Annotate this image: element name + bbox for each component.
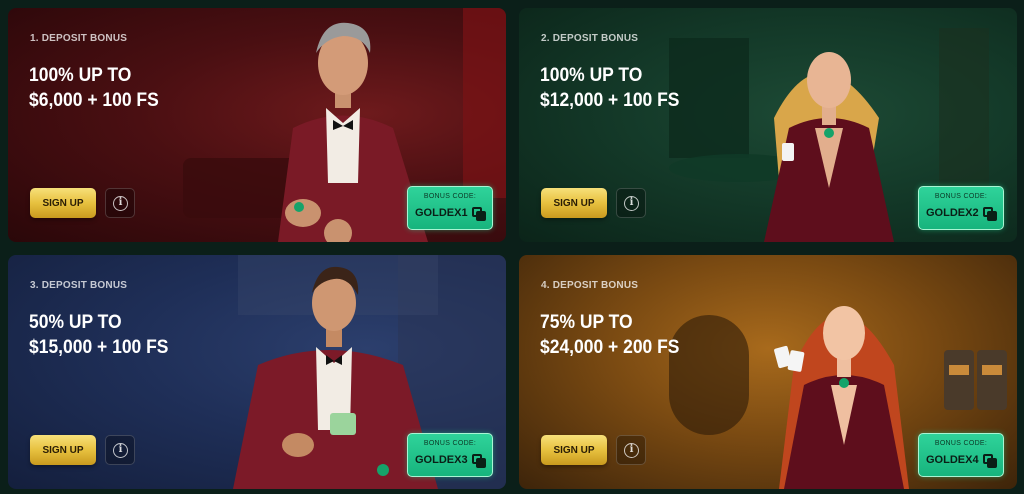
bonus-card-4: 4. DEPOSIT BONUS 75% UP TO $24,000 + 200… — [519, 255, 1017, 489]
bonus-code-value: GOLDEX2 — [926, 207, 979, 219]
bonus-label: 4. DEPOSIT BONUS — [541, 280, 639, 291]
bonus-card-1: 1. DEPOSIT BONUS 100% UP TO $6,000 + 100… — [8, 8, 506, 242]
copy-icon[interactable] — [472, 207, 486, 221]
bonus-title-line2: $24,000 + 200 FS — [540, 337, 680, 358]
bonus-title-line2: $6,000 + 100 FS — [29, 90, 159, 111]
info-icon: i — [624, 443, 639, 458]
bonus-label: 2. DEPOSIT BONUS — [541, 33, 639, 44]
bonus-label: 3. DEPOSIT BONUS — [30, 280, 128, 291]
info-button[interactable]: i — [105, 188, 135, 218]
bonus-title-line1: 50% UP TO — [29, 312, 122, 333]
copy-icon[interactable] — [983, 454, 997, 468]
info-button[interactable]: i — [616, 435, 646, 465]
bonus-code-badge[interactable]: BONUS CODE: GOLDEX4 — [918, 433, 1004, 477]
info-icon: i — [624, 196, 639, 211]
bonus-code-badge[interactable]: BONUS CODE: GOLDEX3 — [407, 433, 493, 477]
bonus-title: 100% UP TO $6,000 + 100 FS — [29, 63, 159, 113]
copy-icon[interactable] — [983, 207, 997, 221]
bonus-label: 1. DEPOSIT BONUS — [30, 33, 128, 44]
bonus-code-value: GOLDEX4 — [926, 454, 979, 466]
sign-up-button[interactable]: SIGN UP — [30, 435, 96, 465]
bonus-code-label: BONUS CODE: — [934, 193, 988, 200]
bonus-title: 75% UP TO $24,000 + 200 FS — [540, 310, 679, 360]
copy-icon[interactable] — [472, 454, 486, 468]
bonus-code-label: BONUS CODE: — [423, 193, 477, 200]
bonus-title: 50% UP TO $15,000 + 100 FS — [29, 310, 168, 360]
bonus-card-3: 3. DEPOSIT BONUS 50% UP TO $15,000 + 100… — [8, 255, 506, 489]
bonus-code-badge[interactable]: BONUS CODE: GOLDEX1 — [407, 186, 493, 230]
info-button[interactable]: i — [105, 435, 135, 465]
bonus-card-2: 2. DEPOSIT BONUS 100% UP TO $12,000 + 10… — [519, 8, 1017, 242]
sign-up-button[interactable]: SIGN UP — [541, 435, 607, 465]
bonus-code-value: GOLDEX3 — [415, 454, 468, 466]
info-icon: i — [113, 196, 128, 211]
bonus-title: 100% UP TO $12,000 + 100 FS — [540, 63, 679, 113]
sign-up-button[interactable]: SIGN UP — [30, 188, 96, 218]
info-button[interactable]: i — [616, 188, 646, 218]
sign-up-button[interactable]: SIGN UP — [541, 188, 607, 218]
bonus-title-line1: 75% UP TO — [540, 312, 633, 333]
bonus-code-label: BONUS CODE: — [934, 440, 988, 447]
bonus-code-label: BONUS CODE: — [423, 440, 477, 447]
bonus-title-line2: $15,000 + 100 FS — [29, 337, 169, 358]
bonus-title-line1: 100% UP TO — [29, 65, 132, 86]
bonus-title-line1: 100% UP TO — [540, 65, 643, 86]
info-icon: i — [113, 443, 128, 458]
bonus-code-value: GOLDEX1 — [415, 207, 468, 219]
bonus-code-badge[interactable]: BONUS CODE: GOLDEX2 — [918, 186, 1004, 230]
bonus-title-line2: $12,000 + 100 FS — [540, 90, 680, 111]
